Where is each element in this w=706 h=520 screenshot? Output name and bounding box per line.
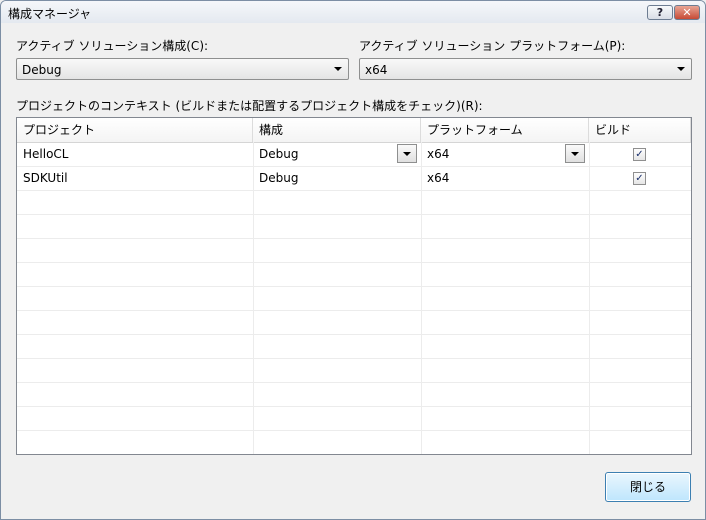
help-icon: ? [656, 6, 664, 19]
project-context-label: プロジェクトのコンテキスト (ビルドまたは配置するプロジェクト構成をチェック)(… [16, 99, 483, 113]
empty-row [17, 190, 691, 215]
active-config-dropdown[interactable]: Debug [16, 58, 349, 80]
platform-dropdown-button[interactable] [565, 144, 585, 163]
empty-row [17, 286, 691, 311]
close-icon: ✕ [682, 6, 692, 19]
config-value: Debug [259, 147, 299, 161]
empty-row [17, 382, 691, 407]
empty-row [17, 334, 691, 359]
header-project[interactable]: プロジェクト [17, 118, 253, 142]
close-dialog-button[interactable]: 閉じる [605, 472, 691, 502]
active-platform-label: アクティブ ソリューション プラットフォーム(P): [359, 39, 626, 53]
chevron-down-icon [677, 67, 685, 71]
active-platform-dropdown[interactable]: x64 [359, 58, 692, 80]
table-row[interactable]: HelloCL Debug x64 ✓ [17, 142, 691, 167]
empty-row [17, 406, 691, 431]
help-button[interactable]: ? [647, 5, 673, 20]
chevron-down-icon [334, 67, 342, 71]
config-dropdown-button[interactable] [397, 144, 417, 163]
header-platform[interactable]: プラットフォーム [421, 118, 589, 142]
window-title: 構成マネージャ [8, 7, 92, 21]
checkmark-icon: ✓ [635, 149, 644, 160]
header-build[interactable]: ビルド [589, 118, 691, 142]
config-value: Debug [259, 171, 299, 185]
header-config[interactable]: 構成 [253, 118, 421, 142]
empty-row [17, 238, 691, 263]
empty-row [17, 262, 691, 287]
chevron-down-icon [571, 152, 579, 156]
project-context-grid[interactable]: プロジェクト 構成 プラットフォーム ビルド HelloCL Debug x64… [16, 117, 692, 455]
empty-row [17, 310, 691, 335]
active-config-label: アクティブ ソリューション構成(C): [16, 39, 209, 53]
grid-header: プロジェクト 構成 プラットフォーム ビルド [17, 118, 691, 143]
configuration-manager-dialog: 構成マネージャ ? ✕ アクティブ ソリューション構成(C): Debug アク… [0, 0, 706, 520]
project-name: SDKUtil [23, 171, 68, 185]
empty-row [17, 358, 691, 383]
chevron-down-icon [403, 152, 411, 156]
empty-row [17, 430, 691, 454]
project-name: HelloCL [23, 147, 69, 161]
active-config-value: Debug [22, 63, 62, 77]
window-close-button[interactable]: ✕ [674, 5, 700, 20]
title-bar: 構成マネージャ ? ✕ [1, 1, 705, 23]
table-row[interactable]: SDKUtil Debug x64 ✓ [17, 166, 691, 191]
platform-value: x64 [427, 171, 450, 185]
build-checkbox[interactable]: ✓ [633, 172, 646, 185]
active-platform-value: x64 [365, 63, 388, 77]
platform-value: x64 [427, 147, 450, 161]
empty-row [17, 214, 691, 239]
build-checkbox[interactable]: ✓ [633, 148, 646, 161]
checkmark-icon: ✓ [635, 173, 644, 184]
